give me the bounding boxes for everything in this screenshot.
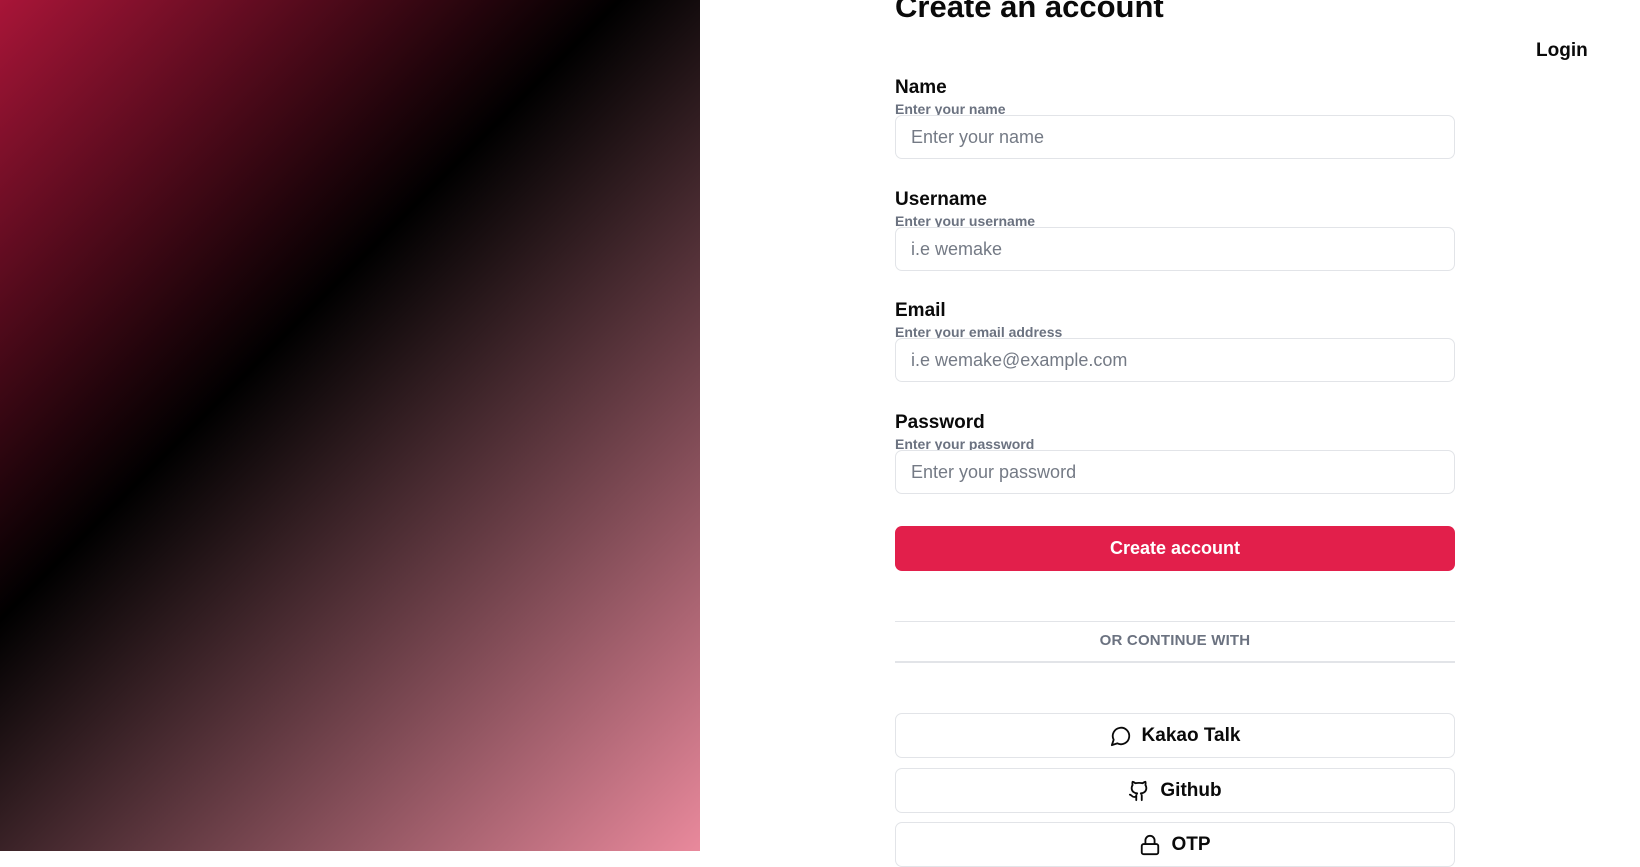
divider-line-top — [895, 621, 1455, 622]
github-button[interactable]: Github — [895, 768, 1455, 813]
email-label: Email — [895, 300, 946, 321]
password-input[interactable] — [895, 450, 1455, 494]
name-input[interactable] — [895, 115, 1455, 159]
username-label: Username — [895, 189, 987, 210]
email-field-group: Email Enter your email address — [895, 300, 1455, 382]
page-title: Create an account — [895, 0, 1164, 24]
github-label: Github — [1160, 779, 1222, 801]
email-input[interactable] — [895, 338, 1455, 382]
create-account-button[interactable]: Create account — [895, 526, 1455, 571]
login-link[interactable]: Login — [1536, 40, 1588, 62]
username-field-group: Username Enter your username — [895, 189, 1455, 271]
divider-line-bottom — [895, 661, 1455, 663]
password-field-group: Password Enter your password — [895, 412, 1455, 494]
otp-button[interactable]: OTP — [895, 822, 1455, 867]
message-circle-icon — [1110, 725, 1132, 747]
name-label: Name — [895, 77, 947, 98]
github-icon — [1128, 780, 1150, 802]
divider-text: OR CONTINUE WITH — [1099, 632, 1251, 649]
lock-icon — [1139, 834, 1161, 856]
otp-label: OTP — [1171, 833, 1211, 855]
kakao-talk-button[interactable]: Kakao Talk — [895, 713, 1455, 758]
kakao-talk-label: Kakao Talk — [1141, 724, 1241, 746]
name-field-group: Name Enter your name — [895, 77, 1455, 159]
hero-gradient-panel — [0, 0, 700, 851]
password-label: Password — [895, 412, 985, 433]
username-input[interactable] — [895, 227, 1455, 271]
